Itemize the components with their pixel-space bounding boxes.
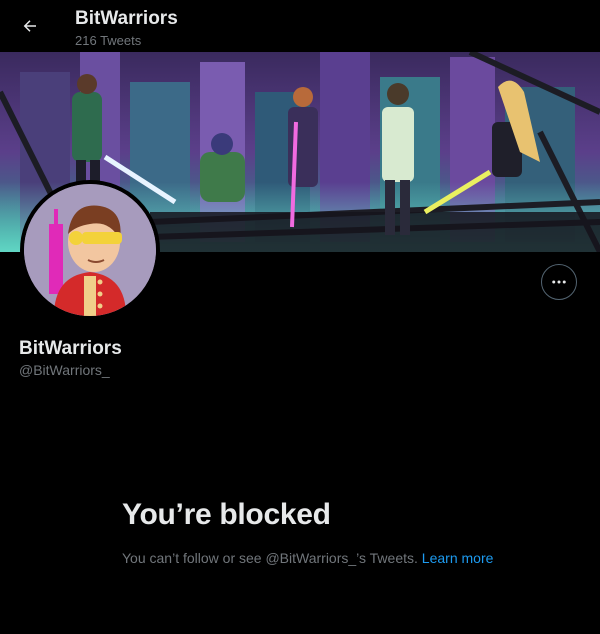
profile-handle: @BitWarriors_: [19, 362, 110, 378]
profile-avatar[interactable]: [20, 180, 160, 320]
arrow-left-icon: [23, 20, 36, 32]
profile-header: BitWarriors 216 Tweets: [0, 0, 600, 52]
blocked-message-text: You can’t follow or see @BitWarriors_’s …: [122, 550, 418, 566]
blocked-notice: You’re blocked You can’t follow or see @…: [122, 498, 502, 568]
profile-name: BitWarriors: [19, 338, 122, 359]
blocked-message: You can’t follow or see @BitWarriors_’s …: [122, 548, 502, 568]
more-horizontal-icon: [552, 280, 566, 284]
header-title: BitWarriors: [75, 8, 178, 29]
tweet-count: 216 Tweets: [75, 33, 142, 48]
learn-more-link[interactable]: Learn more: [422, 550, 494, 566]
back-button[interactable]: [14, 10, 46, 42]
more-button[interactable]: [541, 264, 577, 300]
blocked-title: You’re blocked: [122, 498, 331, 531]
